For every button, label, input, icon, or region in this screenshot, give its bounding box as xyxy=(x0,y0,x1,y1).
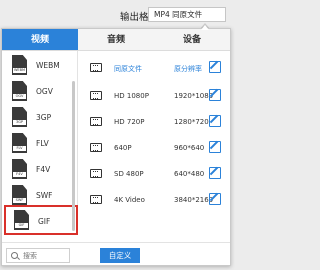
format-label: WEBM xyxy=(36,61,60,70)
tab-video[interactable]: 视频 xyxy=(2,29,78,51)
tab-device[interactable]: 设备 xyxy=(154,29,230,51)
file-icon: FLV xyxy=(12,133,27,153)
format-chooser-window: 输出格式: MP4 同原文件 视频 音频 设备 WEBM WEBM OGV OG… xyxy=(0,0,242,270)
format-label: GIF xyxy=(38,217,51,226)
custom-button[interactable]: 自定义 xyxy=(100,248,140,263)
quality-name: 640P xyxy=(114,144,132,152)
quality-name: 同原文件 xyxy=(114,65,142,73)
video-icon xyxy=(90,195,102,204)
file-icon: WEBM xyxy=(12,55,27,75)
file-icon: OGV xyxy=(12,81,27,101)
video-icon xyxy=(90,169,102,178)
format-list-scrollbar[interactable] xyxy=(72,81,75,231)
quality-row[interactable]: HD 720P 1280*720 xyxy=(86,111,230,133)
video-icon xyxy=(90,117,102,126)
file-icon: 3GP xyxy=(12,107,27,127)
format-label: 3GP xyxy=(36,113,52,122)
search-icon xyxy=(11,252,18,259)
video-icon xyxy=(90,143,102,152)
quality-name: SD 480P xyxy=(114,170,144,178)
file-icon: F4V xyxy=(12,159,27,179)
bottom-bar: 搜索 自定义 xyxy=(2,242,230,266)
edit-icon[interactable] xyxy=(209,141,221,153)
format-item-3gp[interactable]: 3GP 3GP xyxy=(2,105,78,131)
format-item-f4v[interactable]: F4V F4V xyxy=(2,157,78,183)
file-icon: SWF xyxy=(12,185,27,205)
search-input[interactable]: 搜索 xyxy=(6,248,70,263)
format-tabs: 视频 音频 设备 xyxy=(2,29,230,51)
format-label: SWF xyxy=(36,191,53,200)
format-item-flv[interactable]: FLV FLV xyxy=(2,131,78,157)
edit-icon[interactable] xyxy=(209,167,221,179)
video-icon xyxy=(90,91,102,100)
output-format-select[interactable]: MP4 同原文件 xyxy=(148,7,226,22)
format-label: F4V xyxy=(36,165,51,174)
quality-name: HD 1080P xyxy=(114,92,149,100)
quality-resolution: 1920*1080 xyxy=(174,92,214,100)
format-item-ogv[interactable]: OGV OGV xyxy=(2,79,78,105)
edit-icon[interactable] xyxy=(209,115,221,127)
quality-resolution: 原分辨率 xyxy=(174,65,202,73)
quality-row[interactable]: 4K Video 3840*2160 xyxy=(86,189,230,211)
video-icon xyxy=(90,63,102,72)
format-item-webm[interactable]: WEBM WEBM xyxy=(2,53,78,79)
dropdown-caret-fill xyxy=(201,25,209,30)
quality-resolution: 960*640 xyxy=(174,144,205,152)
format-item-gif[interactable]: GIF GIF xyxy=(4,205,78,235)
quality-row[interactable]: HD 1080P 1920*1080 xyxy=(86,85,230,107)
search-placeholder: 搜索 xyxy=(23,252,37,260)
quality-row[interactable]: 同原文件 原分辨率 xyxy=(86,57,230,79)
quality-resolution: 640*480 xyxy=(174,170,205,178)
edit-icon[interactable] xyxy=(209,61,221,73)
quality-row[interactable]: 640P 960*640 xyxy=(86,137,230,159)
edit-icon[interactable] xyxy=(209,89,221,101)
file-icon: GIF xyxy=(14,210,29,230)
quality-resolution: 1280*720 xyxy=(174,118,209,126)
format-label: OGV xyxy=(36,87,53,96)
quality-resolution: 3840*2160 xyxy=(174,196,214,204)
edit-icon[interactable] xyxy=(209,193,221,205)
quality-row[interactable]: SD 480P 640*480 xyxy=(86,163,230,185)
quality-name: HD 720P xyxy=(114,118,145,126)
format-list: WEBM WEBM OGV OGV 3GP 3GP FLV FLV F4V F4… xyxy=(2,51,78,235)
tab-audio[interactable]: 音频 xyxy=(78,29,154,51)
format-label: FLV xyxy=(36,139,49,148)
quality-name: 4K Video xyxy=(114,196,145,204)
format-dropdown-panel: 视频 音频 设备 WEBM WEBM OGV OGV 3GP 3GP FLV F… xyxy=(1,28,231,266)
